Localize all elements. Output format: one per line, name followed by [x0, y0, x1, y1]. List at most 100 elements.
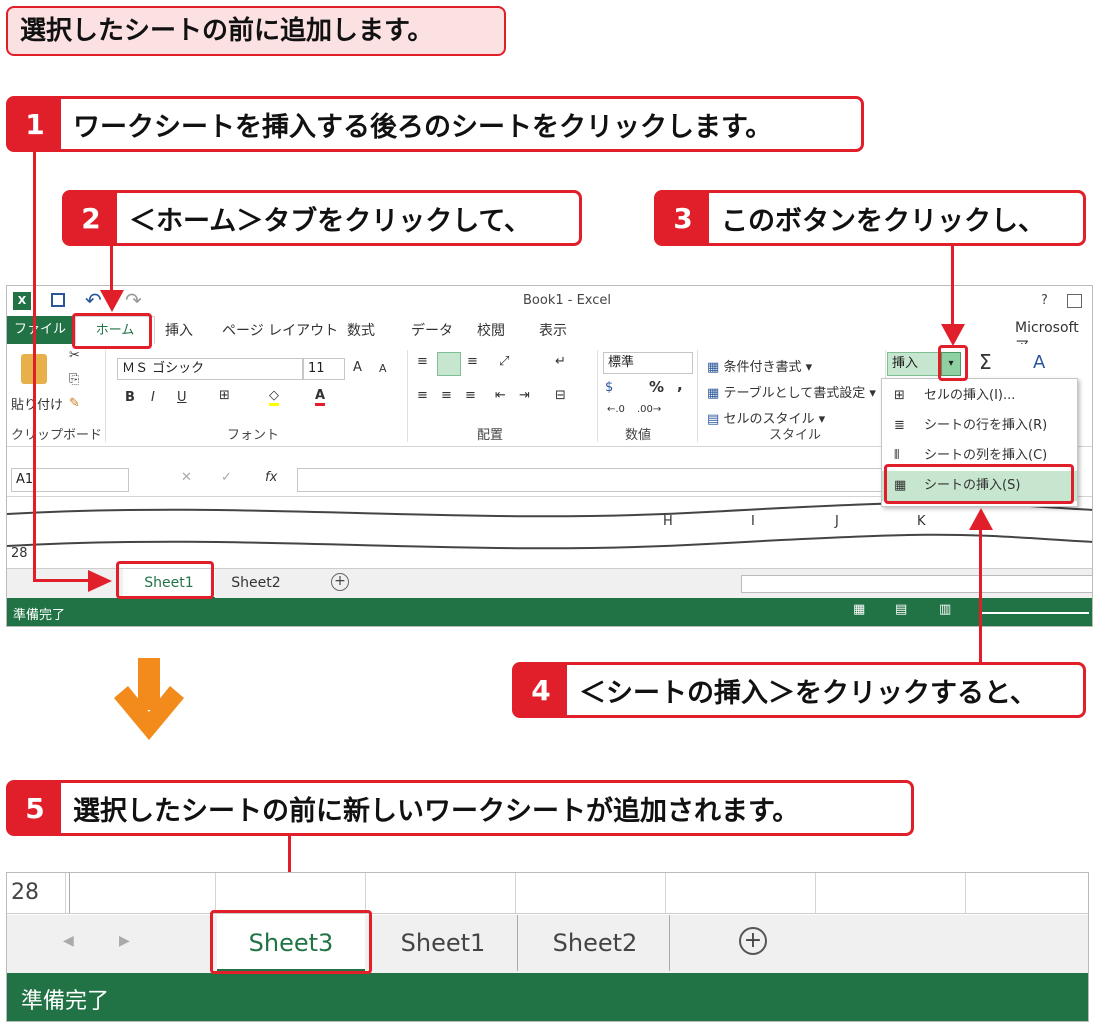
tab-data[interactable]: データ: [411, 320, 453, 340]
result-excel-view: 28 ◀ ▶ Sheet3 Sheet1 Sheet2 + 準備完了: [6, 872, 1089, 1022]
new-sheet-icon[interactable]: +: [739, 927, 767, 955]
step-text: 選択したシートの前に新しいワークシートが追加されます。: [73, 795, 800, 827]
horizontal-scrollbar[interactable]: [741, 575, 1092, 593]
font-shrink-icon[interactable]: A: [379, 362, 387, 375]
font-name-select[interactable]: ＭＳ ゴシック: [117, 358, 303, 380]
highlight-insert-sheet: [884, 464, 1074, 504]
group-label-number: 数値: [625, 428, 652, 443]
step-text: ＜ホーム＞タブをクリックして、: [129, 205, 532, 237]
align-left-icon[interactable]: ≡: [417, 388, 428, 403]
number-format-select[interactable]: 標準: [603, 352, 693, 374]
align-center-icon[interactable]: ≡: [441, 388, 452, 403]
save-icon[interactable]: [51, 293, 65, 307]
menu-item-insert-rows[interactable]: ≣ シートの行を挿入(R): [882, 411, 1077, 441]
zoom-slider[interactable]: [979, 612, 1089, 614]
highlight-insert-arrow: [938, 345, 968, 381]
connector-line-step2: [110, 246, 113, 292]
format-table-icon: ▦: [707, 386, 720, 401]
arrowhead-step4: [969, 508, 993, 530]
decrease-indent-icon[interactable]: ⇤: [495, 388, 506, 403]
wrap-text-icon[interactable]: ↵: [555, 354, 566, 369]
excel-logo-icon: X: [13, 292, 31, 310]
tab-insert[interactable]: 挿入: [165, 320, 193, 340]
paste-button[interactable]: 貼り付け: [11, 394, 63, 413]
font-color-icon[interactable]: A: [315, 388, 326, 406]
result-status-text: 準備完了: [21, 989, 110, 1014]
sheet-tab-sheet2[interactable]: Sheet2: [521, 915, 670, 971]
autosum-icon[interactable]: Σ: [979, 350, 992, 374]
comma-button[interactable]: ,: [677, 376, 683, 394]
tab-review[interactable]: 校閲: [477, 320, 505, 340]
decrease-decimal-icon[interactable]: .00→: [637, 404, 661, 415]
scroll-left-icon[interactable]: ◀: [63, 933, 74, 949]
fill-color-icon[interactable]: ◇: [269, 388, 279, 406]
status-text: 準備完了: [13, 608, 66, 623]
step-2-callout: 2 ＜ホーム＞タブをクリックして、: [62, 190, 582, 246]
formula-input[interactable]: [297, 468, 887, 492]
row-header-28[interactable]: 28: [11, 546, 28, 561]
accounting-format-icon[interactable]: $: [605, 380, 613, 395]
sheet-tab-sheet1[interactable]: Sheet1: [369, 915, 518, 971]
conditional-formatting-label: 条件付き書式 ▾: [723, 360, 813, 375]
cut-icon[interactable]: ✂: [69, 348, 80, 363]
normal-view-icon[interactable]: ▦: [853, 602, 865, 617]
name-box[interactable]: A1: [11, 468, 129, 492]
tab-formulas[interactable]: 数式: [347, 320, 375, 340]
insert-function-icon[interactable]: fx: [265, 470, 277, 485]
step-4-callout: 4 ＜シートの挿入＞をクリックすると、: [512, 662, 1086, 718]
cancel-entry-icon[interactable]: ✕: [181, 470, 192, 485]
column-header-i[interactable]: I: [751, 514, 755, 529]
align-right-icon[interactable]: ≡: [465, 388, 476, 403]
insert-cells-button[interactable]: 挿入: [887, 352, 939, 376]
help-icon[interactable]: ?: [1041, 293, 1048, 308]
scroll-right-icon[interactable]: ▶: [119, 933, 130, 949]
group-label-alignment: 配置: [477, 428, 504, 443]
column-header-h[interactable]: H: [663, 514, 673, 529]
align-middle-icon[interactable]: [437, 352, 461, 376]
sheet-tab-sheet2[interactable]: Sheet2: [217, 569, 295, 597]
menu-item-insert-cells[interactable]: ⊞ セルの挿入(I)...: [882, 381, 1077, 411]
column-header-k[interactable]: K: [917, 514, 926, 529]
step-number: 2: [65, 193, 117, 243]
group-label-clipboard: クリップボード: [11, 428, 103, 443]
conditional-formatting-icon: ▦: [707, 360, 720, 375]
ribbon-display-icon[interactable]: [1067, 294, 1082, 308]
align-top-icon[interactable]: ≡: [417, 354, 428, 369]
window-title: Book1 - Excel: [523, 293, 612, 308]
new-sheet-icon[interactable]: +: [331, 573, 349, 591]
conditional-formatting-button[interactable]: ▦ 条件付き書式 ▾: [707, 356, 812, 375]
step-number: 3: [657, 193, 709, 243]
italic-button[interactable]: I: [151, 390, 155, 405]
bold-button[interactable]: B: [125, 390, 135, 405]
tab-file[interactable]: ファイル: [7, 316, 73, 344]
connector-line-step1-horizontal: [33, 579, 93, 582]
sort-filter-icon[interactable]: A: [1033, 352, 1045, 373]
borders-icon[interactable]: ⊞: [219, 388, 230, 403]
insert-rows-icon: ≣: [894, 418, 905, 433]
redo-icon[interactable]: ↷: [125, 288, 142, 312]
font-size-select[interactable]: 11: [303, 358, 345, 380]
percent-button[interactable]: %: [649, 378, 664, 396]
quick-access-toolbar: X ↶ ↷ Book1 - Excel ?: [7, 286, 1092, 316]
result-sheet-tab-bar: ◀ ▶ Sheet3 Sheet1 Sheet2 +: [7, 915, 1088, 973]
page-break-view-icon[interactable]: ▥: [939, 602, 951, 617]
result-row-header-28[interactable]: 28: [7, 873, 70, 913]
underline-button[interactable]: U: [177, 390, 187, 405]
confirm-entry-icon[interactable]: ✓: [221, 470, 232, 485]
orientation-icon[interactable]: ⤢: [499, 354, 509, 369]
merge-center-icon[interactable]: ⊟: [555, 388, 566, 403]
tab-view[interactable]: 表示: [539, 320, 567, 340]
align-bottom-icon[interactable]: ≡: [467, 354, 478, 369]
group-label-styles: スタイル: [769, 428, 822, 443]
copy-icon[interactable]: ⎘: [69, 372, 79, 387]
format-as-table-button[interactable]: ▦ テーブルとして書式設定 ▾: [707, 382, 876, 401]
connector-line-step1: [33, 150, 36, 582]
format-painter-icon[interactable]: ✎: [69, 396, 80, 411]
font-grow-icon[interactable]: A: [353, 360, 362, 375]
column-header-j[interactable]: J: [835, 514, 839, 529]
step-number: 5: [9, 783, 61, 833]
increase-indent-icon[interactable]: ⇥: [519, 388, 530, 403]
page-layout-view-icon[interactable]: ▤: [895, 602, 907, 617]
tab-page-layout[interactable]: ページ レイアウト: [222, 320, 338, 340]
increase-decimal-icon[interactable]: ←.0: [607, 404, 625, 415]
